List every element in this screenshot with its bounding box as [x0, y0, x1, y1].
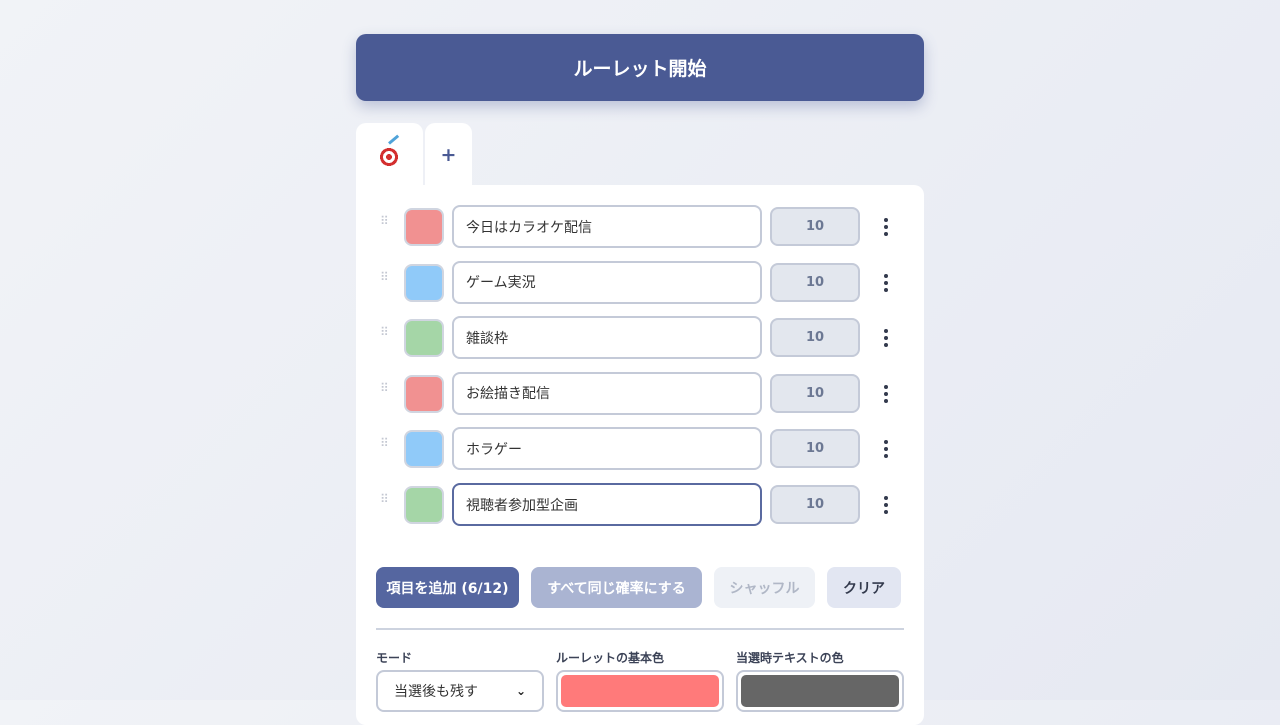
item-color-swatch[interactable] [404, 263, 444, 302]
item-weight-input[interactable] [770, 373, 860, 413]
item-weight-input[interactable] [770, 318, 860, 358]
item-weight-input[interactable] [770, 207, 860, 246]
item-color-swatch[interactable] [404, 374, 444, 413]
drag-handle-icon[interactable]: ⠿ [380, 437, 390, 457]
item-name-input[interactable] [452, 371, 762, 415]
item-name-input[interactable] [452, 316, 762, 360]
mode-label: モード [376, 651, 413, 665]
item-weight-input[interactable] [770, 262, 860, 302]
roulette-start-button[interactable]: ルーレット開始 [356, 34, 924, 101]
base-color-label: ルーレットの基本色 [556, 651, 665, 665]
drag-handle-icon[interactable]: ⠿ [380, 493, 390, 513]
item-weight-input[interactable] [770, 429, 860, 469]
item-weight-input[interactable] [770, 485, 860, 524]
shuffle-button[interactable]: シャッフル [714, 567, 815, 608]
base-color-picker[interactable] [556, 670, 724, 712]
clear-button[interactable]: クリア [827, 567, 901, 608]
item-row: ⠿ [356, 205, 924, 249]
equalize-probability-button[interactable]: すべて同じ確率にする [531, 567, 702, 608]
item-menu-icon[interactable] [876, 493, 896, 517]
divider [376, 628, 904, 630]
winner-text-color-label: 当選時テキストの色 [736, 651, 844, 665]
item-name-input[interactable] [452, 483, 762, 526]
tab-roulette-1[interactable] [356, 123, 423, 187]
item-row: ⠿ [356, 371, 924, 416]
mode-select-value: 当選後も残す [394, 684, 478, 700]
item-color-swatch[interactable] [404, 430, 444, 469]
add-tab-button[interactable]: + [425, 123, 472, 187]
drag-handle-icon[interactable]: ⠿ [380, 271, 390, 291]
item-menu-icon[interactable] [876, 382, 896, 406]
item-menu-icon[interactable] [876, 437, 896, 461]
item-name-input[interactable] [452, 260, 762, 304]
item-color-swatch[interactable] [404, 208, 444, 246]
item-menu-icon[interactable] [876, 326, 896, 350]
items-panel: ⠿ ⠿ ⠿ ⠿ ⠿ ⠿ 項目を追加 (6/12) すべて同じ確率にする シャッフル クリア… [356, 185, 924, 725]
winner-text-color-swatch [741, 675, 899, 707]
item-row: ⠿ [356, 427, 924, 471]
item-row: ⠿ [356, 483, 924, 527]
item-row: ⠿ [356, 260, 924, 305]
item-color-swatch[interactable] [404, 486, 444, 524]
winner-text-color-picker[interactable] [736, 670, 904, 712]
target-dart-icon [377, 146, 400, 168]
item-menu-icon[interactable] [876, 271, 896, 295]
item-color-swatch[interactable] [404, 319, 444, 358]
mode-select[interactable]: 当選後も残す ⌄ [376, 670, 544, 712]
drag-handle-icon[interactable]: ⠿ [380, 215, 390, 235]
chevron-down-icon: ⌄ [515, 684, 526, 698]
drag-handle-icon[interactable]: ⠿ [380, 326, 390, 346]
item-name-input[interactable] [452, 427, 762, 471]
item-row: ⠿ [356, 316, 924, 360]
item-name-input[interactable] [452, 205, 762, 248]
base-color-swatch [561, 675, 719, 707]
drag-handle-icon[interactable]: ⠿ [380, 382, 390, 402]
item-menu-icon[interactable] [876, 215, 896, 239]
add-item-button[interactable]: 項目を追加 (6/12) [376, 567, 519, 608]
